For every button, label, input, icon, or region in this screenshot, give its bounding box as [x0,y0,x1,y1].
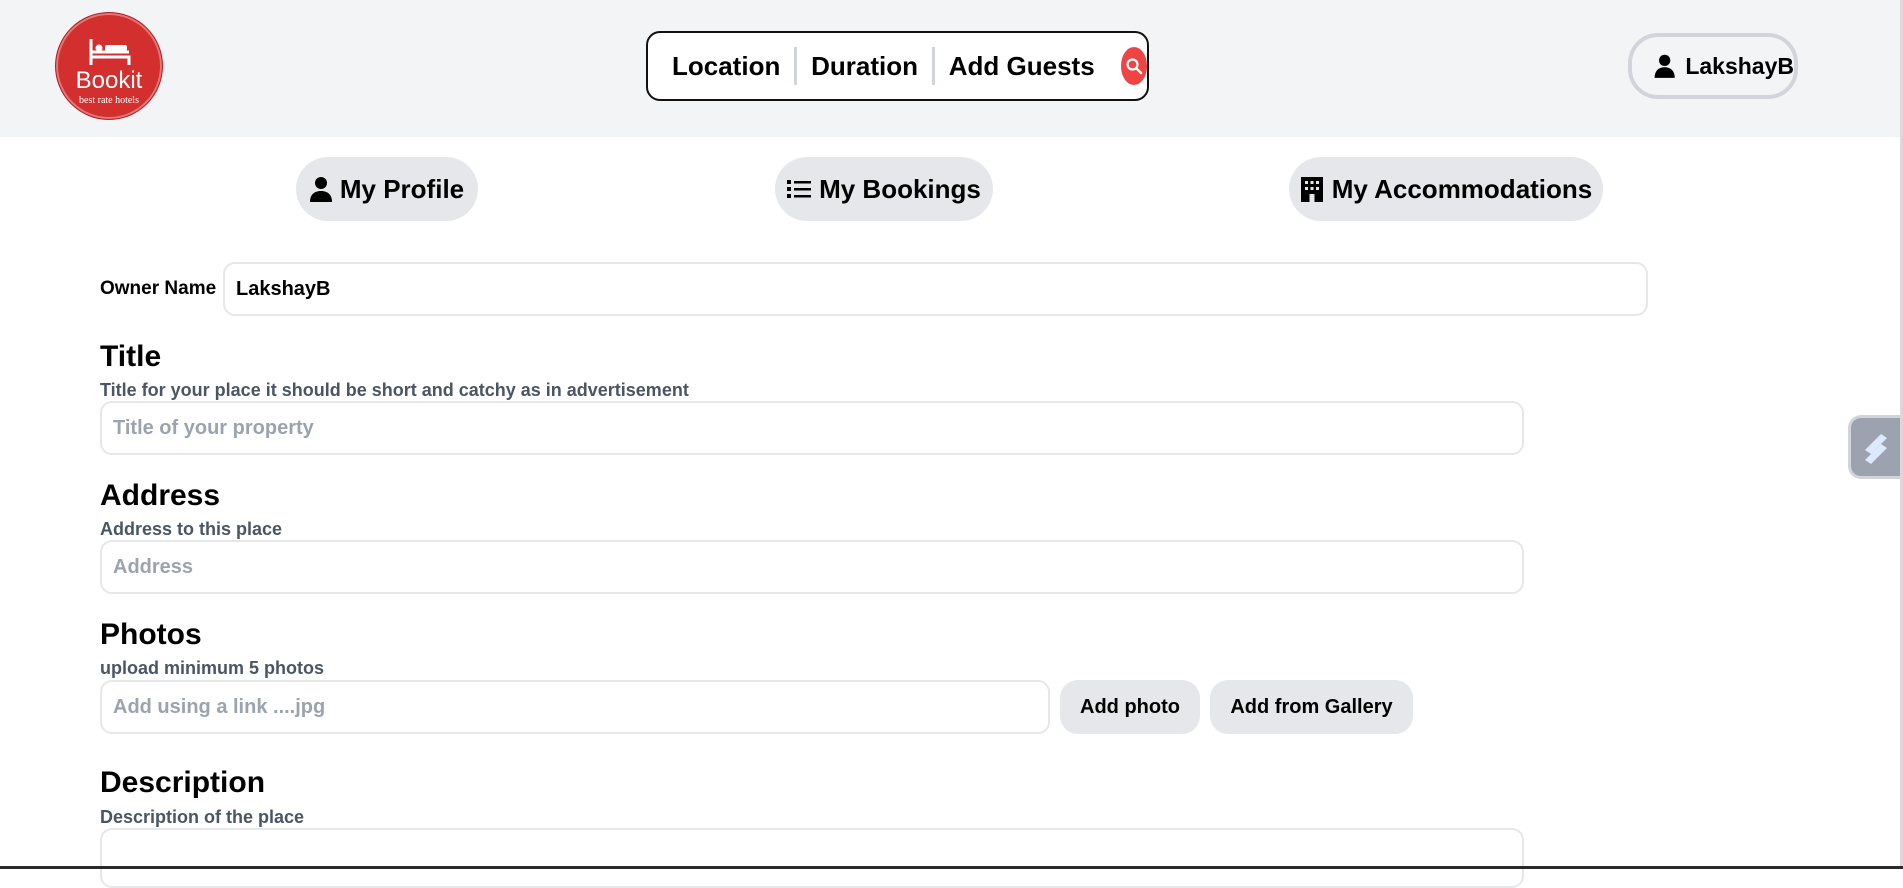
username: LakshayB [1685,52,1794,79]
photos-hint: upload minimum 5 photos [100,658,324,678]
search-location[interactable]: Location [664,51,788,82]
title-input[interactable] [100,401,1524,455]
brand-name: Bookit [75,67,143,94]
tab-label: My Accommodations [1331,173,1593,204]
user-icon [309,177,332,202]
photo-link-input[interactable] [100,680,1050,734]
divider [932,47,935,85]
brand-tagline: best rate hotels [79,95,139,106]
user-menu-button[interactable]: LakshayB [1628,33,1798,99]
address-hint: Address to this place [100,519,283,539]
bed-icon [89,39,131,65]
description-hint: Description of the place [100,807,305,827]
owner-name-label: Owner Name [100,278,217,299]
add-from-gallery-button[interactable]: Add from Gallery [1210,680,1413,734]
bookit-logo[interactable]: Bookit best rate hotels [55,12,163,120]
address-input[interactable] [100,540,1524,594]
search-bar: Location Duration Add Guests [646,31,1149,101]
tab-my-profile[interactable]: My Profile [296,157,478,221]
extension-widget[interactable] [1851,418,1903,476]
tab-label: My Bookings [819,173,981,204]
top-header: Bookit best rate hotels Location Duratio… [0,0,1903,137]
list-icon [787,180,812,198]
extension-icon [1865,434,1887,464]
search-duration[interactable]: Duration [803,51,926,82]
add-photo-button[interactable]: Add photo [1060,680,1200,734]
search-guests[interactable]: Add Guests [941,51,1103,82]
owner-name-input[interactable] [223,262,1648,316]
description-heading: Description [100,766,266,799]
search-button[interactable] [1120,47,1147,85]
search-icon [1126,58,1143,75]
building-icon [1300,177,1323,202]
title-hint: Title for your place it should be short … [100,380,689,400]
tab-my-bookings[interactable]: My Bookings [775,157,993,221]
title-heading: Title [100,340,162,373]
tab-my-accommodations[interactable]: My Accommodations [1289,157,1603,221]
tab-label: My Profile [339,173,465,204]
photos-heading: Photos [100,618,202,651]
address-heading: Address [100,479,221,512]
divider [794,47,798,85]
user-icon [1654,54,1675,78]
description-textarea[interactable] [100,828,1524,888]
